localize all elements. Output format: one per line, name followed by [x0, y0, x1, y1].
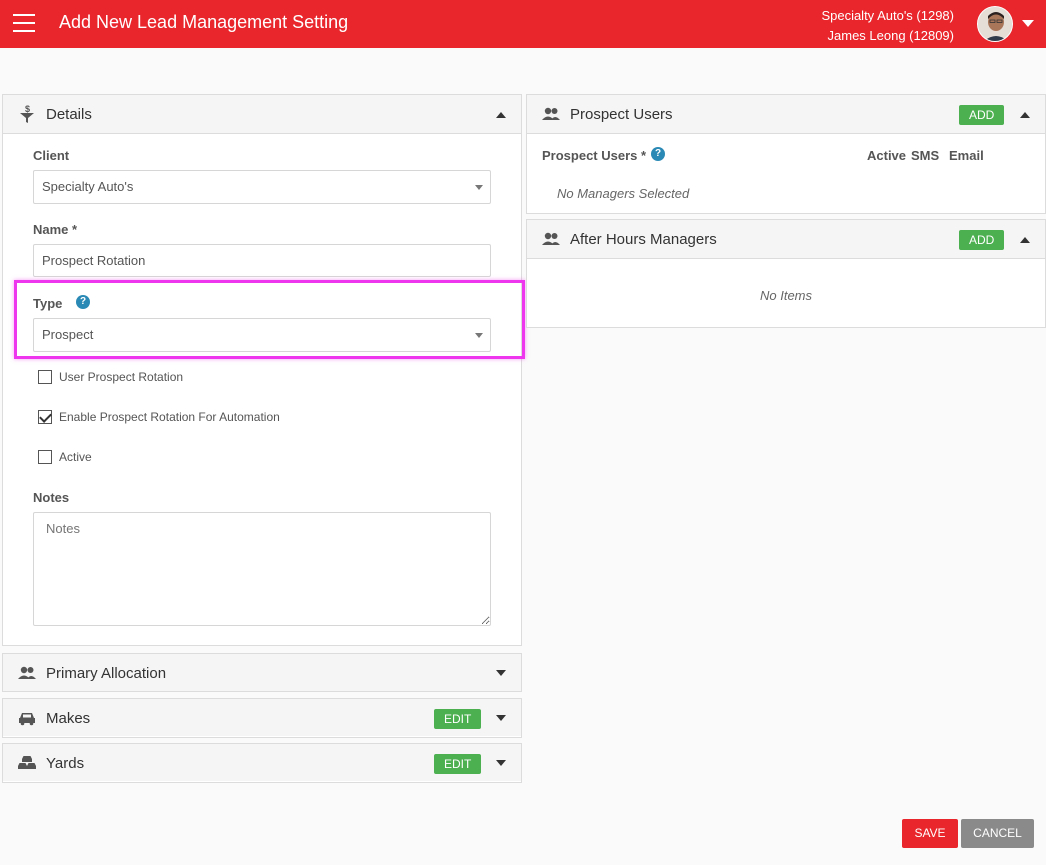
prospect-users-add-button[interactable]: ADD: [959, 105, 1005, 125]
makes-header[interactable]: Makes EDIT: [3, 699, 521, 736]
makes-edit-button[interactable]: EDIT: [434, 709, 482, 729]
name-label: Name *: [33, 222, 78, 237]
prospect-users-column-label: Prospect Users *: [542, 148, 647, 163]
account-info[interactable]: Specialty Auto's (1298) James Leong (128…: [821, 6, 954, 46]
select-arrow-icon: [475, 185, 483, 190]
user-line: James Leong (12809): [827, 28, 954, 43]
name-value: Prospect Rotation: [42, 253, 146, 268]
funnel-dollar-icon: $: [20, 105, 34, 123]
details-title: Details: [46, 106, 92, 123]
prospect-users-panel: Prospect Users ADD Prospect Users * ? Ac…: [526, 94, 1046, 214]
enable-automation-checkbox[interactable]: [38, 410, 52, 424]
expand-icon[interactable]: [496, 670, 506, 676]
after-hours-panel: After Hours Managers ADD No Items: [526, 219, 1046, 328]
client-line: Specialty Auto's (1298): [821, 8, 954, 23]
client-select[interactable]: Specialty Auto's: [33, 170, 491, 204]
yards-panel[interactable]: Yards EDIT: [2, 743, 522, 783]
expand-icon[interactable]: [496, 760, 506, 766]
notes-label: Notes: [33, 490, 70, 505]
makes-panel[interactable]: Makes EDIT: [2, 698, 522, 738]
svg-text:$: $: [25, 105, 30, 114]
cars-icon: [18, 756, 36, 769]
primary-allocation-header[interactable]: Primary Allocation: [3, 654, 521, 691]
active-label: Active: [59, 450, 92, 464]
menu-icon[interactable]: [13, 14, 35, 32]
details-panel: $ Details Client Specialty Auto's Name *…: [2, 94, 522, 646]
select-arrow-icon: [475, 333, 483, 338]
type-help-icon[interactable]: ?: [76, 295, 90, 309]
after-hours-add-button[interactable]: ADD: [959, 230, 1005, 250]
prospect-users-empty-text: No Managers Selected: [557, 186, 690, 201]
enable-automation-label: Enable Prospect Rotation For Automation: [59, 410, 280, 424]
column-active: Active: [867, 148, 907, 163]
cancel-button[interactable]: CANCEL: [961, 819, 1034, 848]
type-label: Type: [33, 296, 63, 311]
user-prospect-rotation-label: User Prospect Rotation: [59, 370, 184, 384]
collapse-icon[interactable]: [1020, 112, 1030, 118]
save-button[interactable]: SAVE: [902, 819, 958, 848]
collapse-icon[interactable]: [1020, 237, 1030, 243]
primary-allocation-title: Primary Allocation: [46, 665, 167, 682]
client-label: Client: [33, 148, 70, 163]
avatar[interactable]: [977, 6, 1013, 42]
page-title: Add New Lead Management Setting: [59, 12, 349, 32]
expand-icon[interactable]: [496, 715, 506, 721]
primary-allocation-panel[interactable]: Primary Allocation: [2, 653, 522, 692]
type-value: Prospect: [42, 327, 94, 342]
client-value: Specialty Auto's: [42, 179, 134, 194]
yards-header[interactable]: Yards EDIT: [3, 744, 521, 781]
car-icon: [19, 713, 35, 726]
yards-title: Yards: [46, 755, 85, 772]
details-panel-header[interactable]: $ Details: [3, 95, 521, 134]
makes-title: Makes: [46, 710, 91, 727]
name-field[interactable]: Prospect Rotation: [33, 244, 491, 277]
collapse-icon[interactable]: [496, 112, 506, 118]
notes-field[interactable]: [33, 512, 491, 626]
column-sms: SMS: [911, 148, 940, 163]
type-select[interactable]: Prospect: [33, 318, 491, 352]
prospect-users-title: Prospect Users: [570, 106, 673, 123]
users-icon: [542, 232, 560, 245]
column-email: Email: [949, 148, 984, 163]
top-app-bar: Add New Lead Management Setting Specialt…: [0, 0, 1046, 48]
after-hours-header[interactable]: After Hours Managers ADD: [527, 220, 1045, 259]
yards-edit-button[interactable]: EDIT: [434, 754, 482, 774]
after-hours-empty-text: No Items: [759, 288, 812, 303]
users-icon: [18, 666, 36, 679]
prospect-users-header[interactable]: Prospect Users ADD: [527, 95, 1045, 134]
users-icon: [542, 107, 560, 120]
after-hours-title: After Hours Managers: [570, 231, 717, 248]
user-prospect-rotation-checkbox[interactable]: [38, 370, 52, 384]
prospect-users-help-icon[interactable]: ?: [651, 147, 665, 161]
account-dropdown-icon[interactable]: [1022, 20, 1034, 27]
active-checkbox[interactable]: [38, 450, 52, 464]
